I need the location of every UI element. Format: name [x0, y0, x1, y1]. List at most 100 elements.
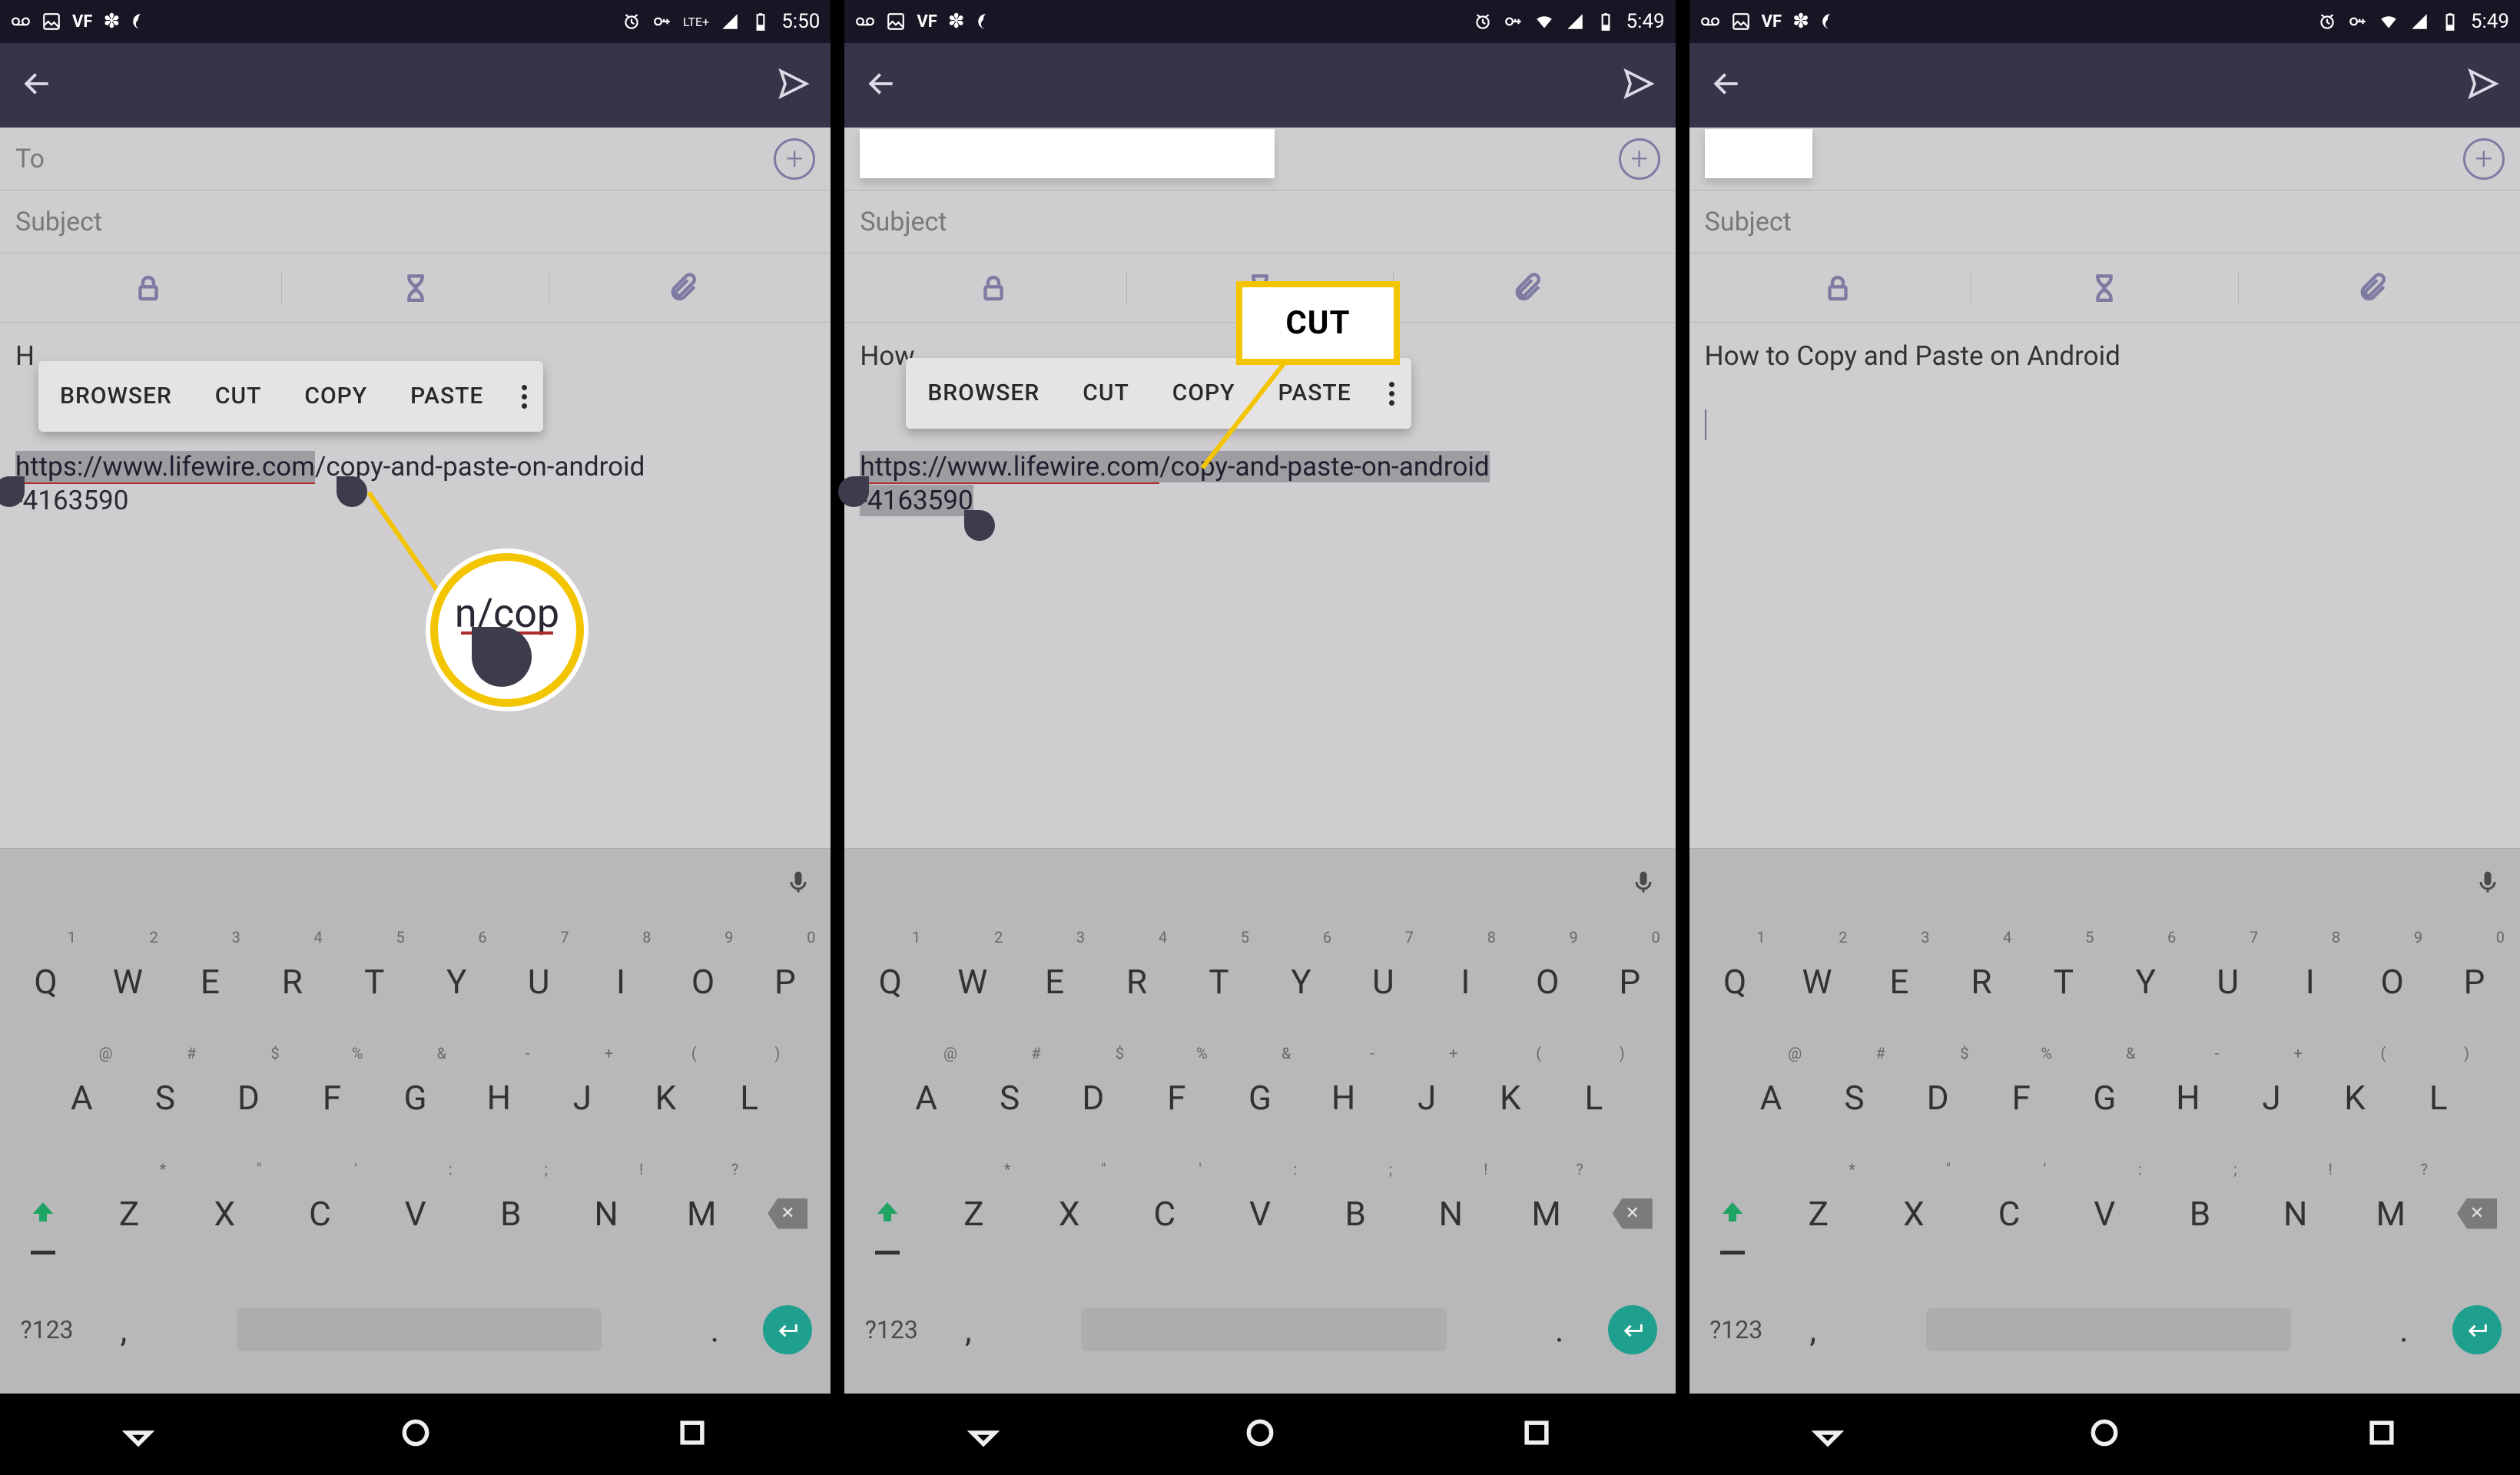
key-q[interactable]: Q1: [849, 923, 931, 1039]
key-k[interactable]: K(: [2313, 1039, 2397, 1155]
key-d[interactable]: D$: [1896, 1039, 1980, 1155]
key-r[interactable]: R4: [251, 923, 333, 1039]
key-m[interactable]: M?: [1498, 1155, 1593, 1271]
key-u[interactable]: U7: [2187, 923, 2269, 1039]
key-x[interactable]: X": [1866, 1155, 1961, 1271]
mic-button[interactable]: [2474, 868, 2502, 899]
nav-back[interactable]: [121, 1416, 155, 1453]
add-recipient-button[interactable]: +: [1619, 138, 1660, 180]
nav-back[interactable]: [967, 1416, 1000, 1453]
to-field-row[interactable]: +: [1689, 128, 2520, 191]
symbols-key[interactable]: ?123: [5, 1315, 89, 1344]
key-a[interactable]: A@: [40, 1039, 124, 1155]
shift-key[interactable]: [1694, 1155, 1771, 1271]
ctx-browser[interactable]: BROWSER: [906, 379, 1061, 408]
key-e[interactable]: E3: [1013, 923, 1096, 1039]
key-x[interactable]: X": [1022, 1155, 1117, 1271]
ctx-overflow[interactable]: [505, 385, 543, 409]
key-f[interactable]: F%: [1979, 1039, 2063, 1155]
ctx-copy[interactable]: COPY: [283, 382, 389, 411]
nav-recents[interactable]: [675, 1416, 709, 1453]
key-r[interactable]: R4: [1940, 923, 2022, 1039]
key-p[interactable]: P0: [1589, 923, 1671, 1039]
key-z[interactable]: Z*: [1771, 1155, 1866, 1271]
key-z[interactable]: Z*: [81, 1155, 177, 1271]
key-d[interactable]: D$: [207, 1039, 290, 1155]
key-b[interactable]: B;: [463, 1155, 559, 1271]
key-n[interactable]: N!: [559, 1155, 654, 1271]
selection-handle-end[interactable]: [964, 510, 995, 541]
ctx-browser[interactable]: BROWSER: [38, 382, 194, 411]
nav-home[interactable]: [1243, 1416, 1277, 1453]
key-i[interactable]: I8: [580, 923, 662, 1039]
send-button[interactable]: [2466, 67, 2500, 104]
back-button[interactable]: [20, 67, 54, 104]
to-field-row[interactable]: To +: [0, 128, 831, 191]
key-m[interactable]: M?: [2343, 1155, 2439, 1271]
backspace-key[interactable]: ✕: [749, 1155, 826, 1271]
key-a[interactable]: A@: [1729, 1039, 1813, 1155]
key-o[interactable]: O9: [662, 923, 744, 1039]
key-h[interactable]: H-: [1301, 1039, 1385, 1155]
key-t[interactable]: T5: [1178, 923, 1260, 1039]
message-body[interactable]: How to Copy and Paste on Android: [1689, 323, 2520, 848]
key-i[interactable]: I8: [1424, 923, 1507, 1039]
key-i[interactable]: I8: [2269, 923, 2351, 1039]
key-k[interactable]: K(: [1468, 1039, 1552, 1155]
lock-button[interactable]: [1705, 272, 1971, 304]
key-h[interactable]: H-: [2147, 1039, 2230, 1155]
key-s[interactable]: S#: [1812, 1039, 1896, 1155]
attachment-button[interactable]: [1394, 272, 1660, 304]
subject-field-row[interactable]: Subject: [0, 191, 831, 254]
timer-button[interactable]: [1971, 272, 2238, 304]
key-s[interactable]: S#: [968, 1039, 1052, 1155]
nav-back[interactable]: [1811, 1416, 1845, 1453]
enter-key[interactable]: [2439, 1305, 2515, 1354]
attachment-button[interactable]: [549, 272, 815, 304]
comma-key[interactable]: ,: [89, 1310, 158, 1350]
subject-field-row[interactable]: Subject: [1689, 191, 2520, 254]
key-z[interactable]: Z*: [926, 1155, 1021, 1271]
lock-button[interactable]: [860, 272, 1126, 304]
key-b[interactable]: B;: [2152, 1155, 2247, 1271]
key-c[interactable]: C': [272, 1155, 367, 1271]
backspace-key[interactable]: ✕: [2439, 1155, 2515, 1271]
key-c[interactable]: C': [1961, 1155, 2057, 1271]
shift-key[interactable]: [849, 1155, 926, 1271]
key-v[interactable]: V:: [2057, 1155, 2152, 1271]
lock-button[interactable]: [15, 272, 282, 304]
key-m[interactable]: M?: [654, 1155, 749, 1271]
comma-key[interactable]: ,: [933, 1310, 1003, 1350]
space-key[interactable]: [1848, 1308, 2369, 1351]
ctx-cut[interactable]: CUT: [1061, 379, 1151, 408]
key-w[interactable]: W2: [87, 923, 169, 1039]
key-v[interactable]: V:: [368, 1155, 463, 1271]
selection-handle-end[interactable]: [337, 476, 367, 507]
key-j[interactable]: J+: [1385, 1039, 1469, 1155]
key-g[interactable]: G&: [1219, 1039, 1302, 1155]
symbols-key[interactable]: ?123: [1694, 1315, 1779, 1344]
to-field-row[interactable]: +: [844, 128, 1675, 191]
key-o[interactable]: O9: [2351, 923, 2433, 1039]
backspace-key[interactable]: ✕: [1594, 1155, 1671, 1271]
space-key[interactable]: [1003, 1308, 1524, 1351]
ctx-cut[interactable]: CUT: [194, 382, 284, 411]
key-s[interactable]: S#: [124, 1039, 207, 1155]
key-y[interactable]: Y6: [416, 923, 498, 1039]
nav-home[interactable]: [399, 1416, 433, 1453]
key-b[interactable]: B;: [1308, 1155, 1403, 1271]
key-l[interactable]: L): [1552, 1039, 1636, 1155]
key-u[interactable]: U7: [498, 923, 580, 1039]
ctx-paste[interactable]: PASTE: [389, 382, 505, 411]
key-x[interactable]: X": [177, 1155, 272, 1271]
enter-key[interactable]: [1594, 1305, 1671, 1354]
key-j[interactable]: J+: [2230, 1039, 2313, 1155]
key-e[interactable]: E3: [1858, 923, 1941, 1039]
key-w[interactable]: W2: [931, 923, 1013, 1039]
key-t[interactable]: T5: [333, 923, 416, 1039]
message-body[interactable]: How BROWSER CUT COPY PASTE https://www.l…: [844, 323, 1675, 848]
key-k[interactable]: K(: [624, 1039, 708, 1155]
key-f[interactable]: F%: [1135, 1039, 1219, 1155]
period-key[interactable]: .: [680, 1310, 749, 1350]
key-o[interactable]: O9: [1507, 923, 1589, 1039]
